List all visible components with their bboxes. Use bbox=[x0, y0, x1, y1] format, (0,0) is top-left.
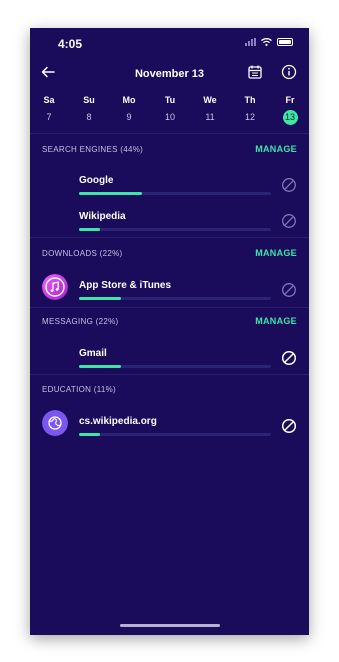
day-item[interactable]: Fr 13 bbox=[277, 94, 303, 125]
list-item[interactable]: Wikipedia bbox=[30, 211, 309, 239]
status-icons bbox=[245, 38, 293, 46]
usage-bar-fill bbox=[79, 365, 122, 368]
status-time: 4:05 bbox=[58, 37, 83, 51]
usage-bar bbox=[79, 192, 271, 195]
divider bbox=[30, 133, 309, 134]
day-item[interactable]: Su 8 bbox=[76, 94, 102, 125]
block-icon-active[interactable] bbox=[281, 418, 297, 434]
list-item[interactable]: Google bbox=[30, 175, 309, 203]
day-name: Su bbox=[83, 95, 95, 105]
day-number: 12 bbox=[244, 112, 255, 122]
item-name: Wikipedia bbox=[79, 211, 126, 222]
battery-icon bbox=[277, 38, 293, 46]
manage-button[interactable]: MANAGE bbox=[255, 316, 297, 326]
section-header: MESSAGING (22%) MANAGE bbox=[42, 315, 297, 329]
block-icon[interactable] bbox=[281, 213, 297, 229]
list-item[interactable]: App Store & iTunes bbox=[30, 274, 309, 308]
day-item[interactable]: We 11 bbox=[197, 94, 223, 125]
section-header: EDUCATION (11%) bbox=[42, 383, 297, 397]
block-icon[interactable] bbox=[281, 177, 297, 193]
page-title: November 13 bbox=[134, 68, 205, 80]
section-title: EDUCATION (11%) bbox=[42, 385, 116, 394]
day-item[interactable]: Th 12 bbox=[237, 94, 263, 125]
nav-bar: November 13 bbox=[30, 61, 309, 85]
phone-screen: 4:05 November 13 Sa 7 Su 8 Mo 9 Tu 10 We 11 T… bbox=[30, 28, 309, 635]
day-item[interactable]: Sa 7 bbox=[36, 94, 62, 125]
usage-bar bbox=[79, 297, 271, 300]
usage-bar bbox=[79, 433, 271, 436]
week-day-selector: Sa 7 Su 8 Mo 9 Tu 10 We 11 Th 12 Fr 13 bbox=[30, 94, 309, 126]
day-item[interactable]: Tu 10 bbox=[157, 94, 183, 125]
day-name: Fr bbox=[285, 95, 295, 105]
status-bar: 4:05 bbox=[30, 28, 309, 58]
day-name: Th bbox=[244, 95, 256, 105]
usage-bar bbox=[79, 365, 271, 368]
list-item[interactable]: cs.wikipedia.org bbox=[30, 410, 309, 444]
globe-icon bbox=[42, 410, 68, 436]
day-number: 8 bbox=[86, 112, 92, 122]
day-number-selected: 13 bbox=[282, 110, 298, 125]
manage-button[interactable]: MANAGE bbox=[255, 248, 297, 258]
section-title: SEARCH ENGINES (44%) bbox=[42, 145, 144, 154]
usage-bar bbox=[79, 228, 271, 231]
day-name: Sa bbox=[43, 95, 55, 105]
block-icon-active[interactable] bbox=[281, 350, 297, 366]
divider bbox=[30, 374, 309, 375]
item-name: cs.wikipedia.org bbox=[79, 416, 157, 427]
home-indicator[interactable] bbox=[120, 624, 220, 627]
usage-bar-fill bbox=[79, 297, 122, 300]
day-number: 11 bbox=[205, 112, 215, 122]
day-name: Tu bbox=[164, 95, 176, 105]
section-title: DOWNLOADS (22%) bbox=[42, 249, 123, 258]
day-number: 7 bbox=[46, 112, 52, 122]
day-name: We bbox=[203, 95, 217, 105]
usage-bar-fill bbox=[79, 433, 101, 436]
day-name: Mo bbox=[122, 95, 136, 105]
usage-bar-fill bbox=[79, 228, 101, 231]
list-item[interactable]: Gmail bbox=[30, 348, 309, 376]
section-header: DOWNLOADS (22%) MANAGE bbox=[42, 247, 297, 261]
item-name: Google bbox=[79, 175, 114, 186]
info-icon[interactable] bbox=[281, 64, 297, 80]
manage-button[interactable]: MANAGE bbox=[255, 144, 297, 154]
usage-bar-fill bbox=[79, 192, 143, 195]
item-name: Gmail bbox=[79, 348, 107, 359]
section-header: SEARCH ENGINES (44%) MANAGE bbox=[42, 143, 297, 157]
day-item[interactable]: Mo 9 bbox=[116, 94, 142, 125]
day-number: 10 bbox=[164, 112, 175, 122]
divider bbox=[30, 307, 309, 308]
block-icon[interactable] bbox=[281, 282, 297, 298]
section-title: MESSAGING (22%) bbox=[42, 317, 119, 326]
divider bbox=[30, 237, 309, 238]
day-number: 9 bbox=[126, 112, 132, 122]
calendar-icon[interactable] bbox=[247, 64, 263, 80]
wifi-icon bbox=[261, 38, 272, 46]
signal-icon bbox=[245, 38, 256, 46]
item-name: App Store & iTunes bbox=[79, 280, 172, 291]
itunes-icon bbox=[42, 274, 68, 300]
